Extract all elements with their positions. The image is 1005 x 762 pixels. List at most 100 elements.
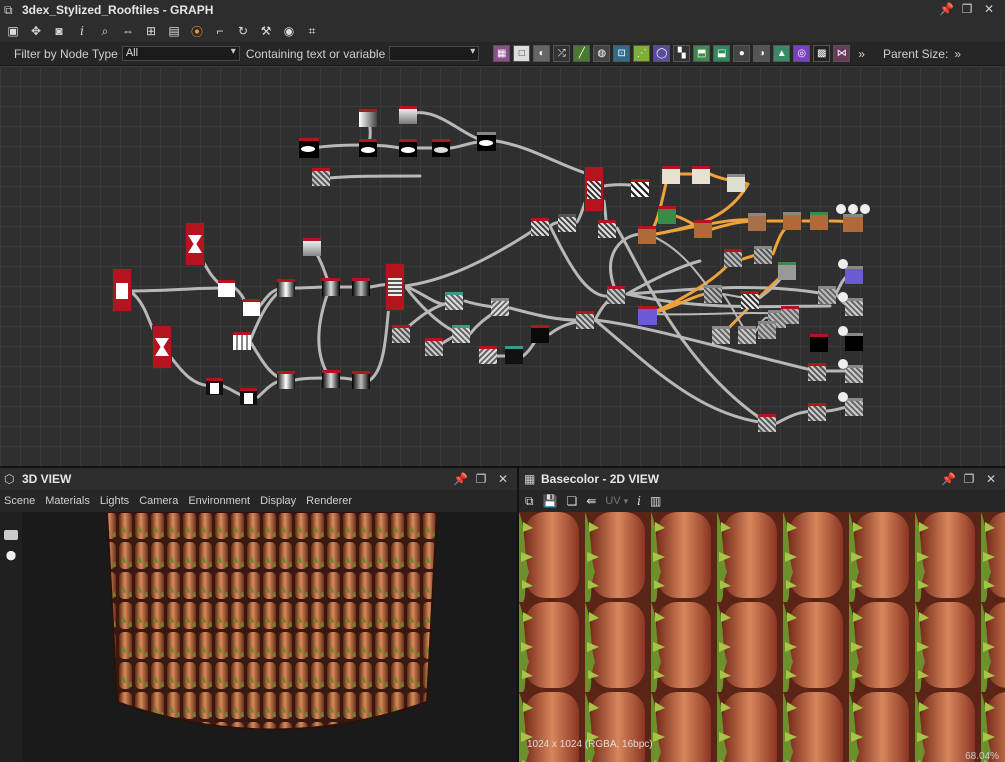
comment-icon[interactable]: ▤ <box>165 22 183 40</box>
close-icon[interactable]: ✕ <box>983 2 995 16</box>
frame-all-icon[interactable]: ▣ <box>4 22 22 40</box>
graph-node[interactable] <box>277 279 295 297</box>
graph-node[interactable] <box>758 414 776 432</box>
graph-node[interactable] <box>425 338 443 356</box>
graph-node[interactable] <box>322 370 340 388</box>
3d-viewport[interactable] <box>22 512 517 762</box>
color-node-icon[interactable]: ● <box>733 45 751 62</box>
levels-node-icon[interactable]: ◑ <box>753 45 771 62</box>
graph-node[interactable] <box>399 139 417 157</box>
link-nodes-icon[interactable]: ⇔ <box>119 22 137 40</box>
close-icon[interactable]: ✕ <box>985 472 997 486</box>
graph-node[interactable] <box>758 321 776 339</box>
maximize-icon[interactable]: ❐ <box>961 2 973 16</box>
graph-node[interactable] <box>658 206 676 224</box>
graph-node[interactable] <box>531 218 549 236</box>
graph-node[interactable] <box>399 106 417 124</box>
graph-node[interactable] <box>845 398 863 416</box>
graph-node[interactable] <box>845 365 863 383</box>
settings-icon[interactable]: ◉ <box>280 22 298 40</box>
graph-node[interactable] <box>531 325 549 343</box>
graph-node[interactable] <box>479 346 497 364</box>
graph-canvas[interactable] <box>0 66 1005 466</box>
containing-text-select[interactable] <box>389 46 480 61</box>
graph-node[interactable] <box>741 291 759 309</box>
graph-node[interactable] <box>445 292 463 310</box>
search-icon[interactable]: ⌕ <box>96 22 114 40</box>
graph-node[interactable] <box>322 278 340 296</box>
pattern-node-icon[interactable]: ▚ <box>673 45 691 62</box>
connection-style-icon[interactable]: ⦿ <box>188 22 206 40</box>
graph-node[interactable] <box>359 109 377 127</box>
maximize-icon[interactable]: ❐ <box>963 472 975 486</box>
graph-node[interactable] <box>432 139 450 157</box>
normal-node-icon[interactable]: ◯ <box>653 45 671 62</box>
hsl-node-icon[interactable]: ◎ <box>793 45 811 62</box>
pin-icon[interactable]: 📌 <box>941 472 956 486</box>
menu-display[interactable]: Display <box>260 495 296 507</box>
graph-node[interactable] <box>240 388 257 405</box>
graph-node[interactable] <box>152 325 172 369</box>
layout-icon[interactable]: ⌐ <box>211 22 229 40</box>
graph-node[interactable] <box>505 346 523 364</box>
refresh-icon[interactable]: ↻ <box>234 22 252 40</box>
graph-node[interactable] <box>491 298 509 316</box>
crop-icon[interactable]: ⌗ <box>303 22 321 40</box>
graph-node[interactable] <box>233 332 251 350</box>
graph-node[interactable] <box>810 212 828 230</box>
input-node-icon[interactable]: ⬓ <box>713 45 731 62</box>
fit-view-icon[interactable]: ⧉ <box>525 494 534 509</box>
graph-node[interactable] <box>692 166 710 184</box>
graph-node[interactable] <box>808 403 826 421</box>
graph-node[interactable] <box>185 222 205 266</box>
pin-icon[interactable]: 📌 <box>453 472 468 486</box>
graph-node[interactable] <box>781 306 799 324</box>
graph-node[interactable] <box>584 166 604 212</box>
light-bulb-icon[interactable] <box>5 550 17 564</box>
blend-node-icon[interactable]: ◍ <box>593 45 611 62</box>
parent-size-more-icon[interactable]: » <box>954 47 961 61</box>
video-camera-icon[interactable] <box>4 530 18 540</box>
info-icon[interactable]: i <box>637 494 641 508</box>
graph-node[interactable] <box>694 220 712 238</box>
graph-node[interactable] <box>845 298 863 316</box>
save-icon[interactable]: 💾 <box>543 494 558 508</box>
graph-node[interactable] <box>727 174 745 192</box>
graph-node[interactable] <box>312 168 330 186</box>
graph-node[interactable] <box>598 220 616 238</box>
graph-node[interactable] <box>352 371 370 389</box>
filter-node-type-select[interactable]: All <box>121 46 240 61</box>
graph-node[interactable] <box>359 139 377 157</box>
2d-viewport[interactable]: 1024 x 1024 (RGBA, 16bpc) 68.04% <box>519 512 1005 762</box>
graph-node[interactable] <box>845 333 863 351</box>
share-icon[interactable]: ⇚ <box>586 494 596 508</box>
align-icon[interactable]: ⊞ <box>142 22 160 40</box>
menu-scene[interactable]: Scene <box>4 495 35 507</box>
camera-icon[interactable]: ◙ <box>50 22 68 40</box>
maximize-icon[interactable]: ❐ <box>475 472 487 486</box>
graph-node[interactable] <box>352 278 370 296</box>
more-nodes-icon[interactable]: » <box>858 47 865 61</box>
graph-node[interactable] <box>206 378 223 395</box>
graph-node[interactable] <box>243 299 260 316</box>
noise-node-icon[interactable]: ▩ <box>813 45 831 62</box>
graph-node[interactable] <box>818 286 836 304</box>
graph-node[interactable] <box>558 214 576 232</box>
menu-camera[interactable]: Camera <box>139 495 178 507</box>
tools-icon[interactable]: ⚒ <box>257 22 275 40</box>
histogram-node-icon[interactable]: ▲ <box>773 45 791 62</box>
copy-icon[interactable]: ❏ <box>567 494 578 508</box>
close-icon[interactable]: ✕ <box>497 472 509 486</box>
graph-node[interactable] <box>778 262 796 280</box>
curve-node-icon[interactable]: ╱ <box>573 45 591 62</box>
graph-node[interactable] <box>218 280 235 297</box>
graph-node[interactable] <box>299 138 319 158</box>
graph-node[interactable] <box>810 334 828 352</box>
graph-node[interactable] <box>704 285 722 303</box>
transform-node-icon[interactable]: ⊡ <box>613 45 631 62</box>
graph-node[interactable] <box>607 286 625 304</box>
menu-materials[interactable]: Materials <box>45 495 90 507</box>
shuffle-node-icon[interactable]: ⤮ <box>553 45 571 62</box>
graph-node[interactable] <box>631 179 649 197</box>
graph-node[interactable] <box>808 363 826 381</box>
